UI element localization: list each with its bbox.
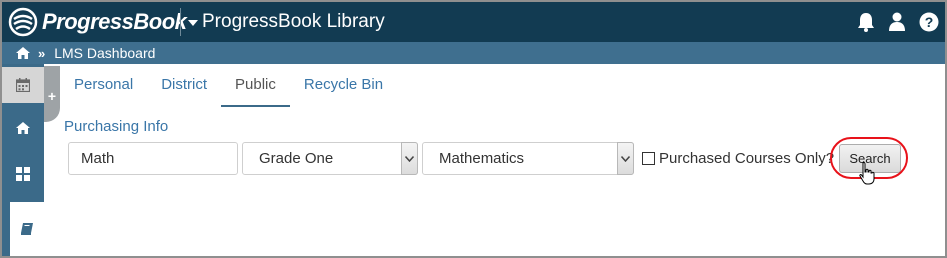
purchasing-info-link[interactable]: Purchasing Info — [64, 118, 168, 135]
calendar-icon — [16, 78, 30, 92]
sidebar — [2, 64, 44, 256]
breadcrumb-separator: » — [38, 45, 46, 61]
sidebar-expander-button[interactable]: + — [44, 66, 60, 122]
brand-name: ProgressBook — [42, 9, 187, 34]
keyword-input[interactable]: Math — [68, 142, 238, 175]
grade-select-value: Grade One — [259, 150, 334, 167]
bell-icon[interactable] — [857, 12, 875, 32]
grade-select[interactable]: Grade One — [242, 142, 418, 175]
top-bar: ProgressBook ProgressBook Library ? — [2, 2, 945, 42]
purchased-only-checkbox[interactable] — [642, 152, 655, 165]
book-icon — [21, 222, 33, 235]
sidebar-item-calendar[interactable] — [2, 67, 44, 103]
header-divider — [180, 8, 181, 36]
header-icons: ? — [857, 12, 939, 32]
subject-select-dropdown-button[interactable] — [617, 142, 634, 175]
tab-public[interactable]: Public — [221, 70, 290, 107]
grade-select-dropdown-button[interactable] — [401, 142, 418, 175]
help-icon[interactable]: ? — [919, 12, 939, 32]
chevron-down-icon — [621, 155, 630, 162]
app-switcher[interactable]: ProgressBook Library — [188, 11, 385, 33]
user-icon[interactable] — [889, 12, 905, 32]
subject-select-value: Mathematics — [439, 150, 525, 167]
tab-recycle-bin[interactable]: Recycle Bin — [290, 70, 397, 107]
caret-down-icon — [188, 20, 198, 26]
breadcrumb: » LMS Dashboard — [2, 42, 945, 64]
library-tabs: Personal District Public Recycle Bin — [60, 70, 397, 108]
purchased-only-label: Purchased Courses Only? — [659, 150, 835, 167]
app-window: ProgressBook ProgressBook Library ? » LM… — [0, 0, 947, 258]
plus-icon: + — [47, 88, 57, 104]
sidebar-item-dashboard[interactable] — [2, 156, 44, 192]
hand-cursor-icon — [859, 162, 875, 185]
progressbook-logo-icon — [8, 7, 38, 37]
home-icon — [16, 122, 30, 134]
sidebar-item-library[interactable] — [10, 202, 44, 256]
progressbook-logo[interactable]: ProgressBook — [8, 7, 187, 37]
subject-select[interactable]: Mathematics — [422, 142, 634, 175]
keyword-input-value: Math — [81, 150, 115, 167]
sidebar-item-home[interactable] — [2, 110, 44, 146]
breadcrumb-current: LMS Dashboard — [54, 45, 156, 61]
tab-personal[interactable]: Personal — [60, 70, 147, 107]
app-title: ProgressBook Library — [202, 11, 385, 32]
grid-icon — [16, 167, 30, 181]
svg-text:?: ? — [925, 14, 934, 30]
chevron-down-icon — [405, 155, 414, 162]
tab-district[interactable]: District — [147, 70, 221, 107]
home-icon[interactable] — [16, 47, 30, 59]
purchased-only-option[interactable]: Purchased Courses Only? — [642, 150, 834, 167]
